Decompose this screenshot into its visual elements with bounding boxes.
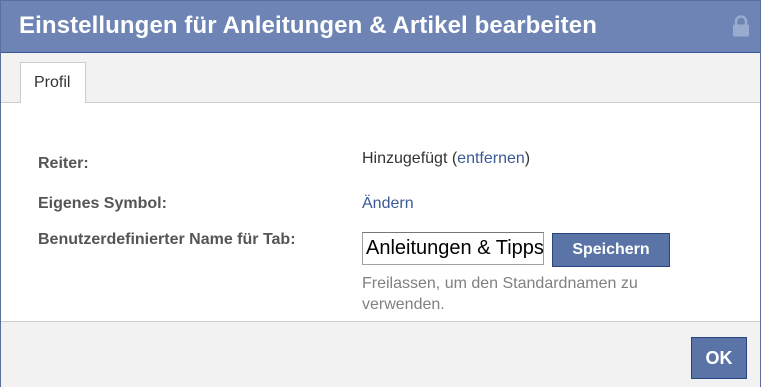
dialog-title: Einstellungen für Anleitungen & Artikel …: [19, 12, 597, 39]
reiter-close-paren: ): [524, 150, 531, 167]
change-symbol-link[interactable]: Ändern: [362, 195, 414, 212]
symbol-label: Eigenes Symbol:: [38, 195, 167, 212]
dialog-footer: OK: [1, 321, 760, 387]
lock-icon: [733, 15, 749, 37]
custom-name-hint: Freilassen, um den Standardnamen zu verw…: [362, 275, 638, 313]
tab-profil[interactable]: Profil: [20, 62, 86, 103]
custom-name-label: Benutzerdefinierter Name für Tab:: [38, 231, 296, 248]
tab-strip: Profil: [1, 53, 760, 103]
custom-name-input[interactable]: [362, 232, 544, 265]
reiter-label: Reiter:: [38, 155, 89, 172]
reiter-status: Hinzugefügt: [362, 150, 448, 167]
reiter-value: Hinzugefügt (entfernen): [362, 148, 530, 170]
save-button[interactable]: Speichern: [552, 233, 670, 267]
settings-dialog: Einstellungen für Anleitungen & Artikel …: [0, 0, 761, 387]
remove-tab-link[interactable]: entfernen: [457, 150, 525, 167]
tab-profil-label: Profil: [34, 74, 71, 91]
ok-button[interactable]: OK: [691, 337, 747, 379]
symbol-value: Ändern: [362, 193, 414, 215]
dialog-titlebar: Einstellungen für Anleitungen & Artikel …: [1, 1, 760, 53]
